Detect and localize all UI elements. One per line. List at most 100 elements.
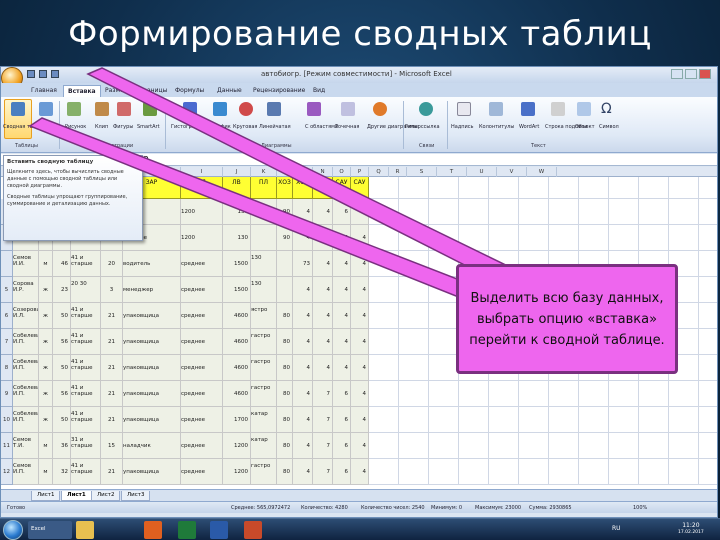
sheet-tab[interactable]: Лист3 <box>121 491 151 501</box>
empty-cell[interactable] <box>699 177 717 199</box>
empty-cell[interactable] <box>399 199 429 225</box>
empty-cell[interactable] <box>369 459 399 485</box>
empty-cell[interactable] <box>639 381 669 407</box>
tab-page-layout[interactable]: Разметка страницы <box>101 85 171 97</box>
empty-cell[interactable] <box>369 381 399 407</box>
empty-cell[interactable] <box>609 459 639 485</box>
table-cell[interactable]: 4 <box>351 277 369 303</box>
empty-cell[interactable] <box>429 277 459 303</box>
empty-cell[interactable] <box>459 225 489 251</box>
table-cell[interactable]: Семов И.И. <box>13 251 39 277</box>
sheet-tab[interactable]: Лист2 <box>91 491 121 501</box>
table-cell[interactable]: 1500 <box>223 277 251 303</box>
empty-cell[interactable] <box>519 225 549 251</box>
empty-cell[interactable] <box>399 433 429 459</box>
table-cell[interactable]: Созерова И.Л. <box>13 303 39 329</box>
table-cell[interactable]: 1200 <box>181 199 223 225</box>
table-cell[interactable]: 4 <box>313 225 333 251</box>
table-cell[interactable]: упаковщица <box>123 355 181 381</box>
table-cell[interactable]: 4 <box>351 355 369 381</box>
textbox-icon[interactable] <box>457 102 471 116</box>
empty-cell[interactable] <box>669 459 699 485</box>
empty-cell[interactable] <box>429 407 459 433</box>
empty-cell[interactable] <box>369 199 399 225</box>
table-cell[interactable]: 6 <box>333 407 351 433</box>
table-cell[interactable]: 4 <box>293 407 313 433</box>
table-cell[interactable]: ж <box>39 355 53 381</box>
empty-cell[interactable] <box>519 433 549 459</box>
table-cell[interactable]: м <box>39 433 53 459</box>
table-cell[interactable]: 1200 <box>223 433 251 459</box>
table-cell[interactable]: 4600 <box>223 303 251 329</box>
empty-cell[interactable] <box>579 407 609 433</box>
empty-cell[interactable] <box>399 225 429 251</box>
powerpoint-icon[interactable] <box>244 521 262 539</box>
row-header[interactable] <box>1 251 13 277</box>
empty-cell[interactable] <box>369 225 399 251</box>
table-cell[interactable]: 4 <box>351 381 369 407</box>
table-cell[interactable]: 4 <box>293 329 313 355</box>
header-cell[interactable]: ХОЗ <box>293 177 313 199</box>
header-cell[interactable]: САУ <box>333 177 351 199</box>
empty-cell[interactable] <box>459 433 489 459</box>
table-cell[interactable]: 4 <box>293 277 313 303</box>
table-cell[interactable]: упаковщица <box>123 381 181 407</box>
empty-cell[interactable] <box>429 433 459 459</box>
table-cell[interactable]: 21 <box>101 303 123 329</box>
column-header[interactable]: J <box>223 167 251 177</box>
table-cell[interactable]: 4 <box>351 329 369 355</box>
column-header[interactable]: T <box>437 167 467 177</box>
empty-cell[interactable] <box>429 225 459 251</box>
empty-cell[interactable] <box>489 459 519 485</box>
empty-cell[interactable] <box>399 251 429 277</box>
tab-formulas[interactable]: Формулы <box>171 85 208 97</box>
table-cell[interactable] <box>277 251 293 277</box>
table-cell[interactable]: среднее <box>181 381 223 407</box>
table-cell[interactable]: ж <box>39 277 53 303</box>
empty-cell[interactable] <box>489 199 519 225</box>
empty-cell[interactable] <box>429 251 459 277</box>
tab-view[interactable]: Вид <box>309 85 329 97</box>
table-cell[interactable]: Собелева И.П. <box>13 329 39 355</box>
bar-chart-icon[interactable] <box>267 102 281 116</box>
table-cell[interactable]: 41 и старше <box>71 251 101 277</box>
table-cell[interactable]: 21 <box>101 459 123 485</box>
empty-cell[interactable] <box>549 407 579 433</box>
column-header[interactable]: U <box>467 167 497 177</box>
pie-chart-icon[interactable] <box>239 102 253 116</box>
row-header[interactable]: 11 <box>1 433 13 459</box>
table-cell[interactable]: 6 <box>333 381 351 407</box>
empty-cell[interactable] <box>579 225 609 251</box>
table-cell[interactable]: 4 <box>293 225 313 251</box>
table-cell[interactable]: 90 <box>277 225 293 251</box>
table-cell[interactable]: 4 <box>313 199 333 225</box>
table-cell[interactable]: 46 <box>53 251 71 277</box>
table-cell[interactable]: катар <box>251 407 277 433</box>
table-cell[interactable]: 32 <box>53 459 71 485</box>
empty-cell[interactable] <box>669 407 699 433</box>
table-cell[interactable]: 7 <box>313 407 333 433</box>
maximize-button[interactable] <box>685 69 697 79</box>
table-cell[interactable]: 41 и старше <box>71 407 101 433</box>
empty-cell[interactable] <box>549 199 579 225</box>
empty-cell[interactable] <box>699 277 717 303</box>
empty-cell[interactable] <box>549 225 579 251</box>
object-icon[interactable] <box>577 102 591 116</box>
empty-cell[interactable] <box>579 177 609 199</box>
table-cell[interactable]: 4 <box>293 459 313 485</box>
table-cell[interactable]: Семов Т.И. <box>13 433 39 459</box>
empty-cell[interactable] <box>579 459 609 485</box>
table-cell[interactable]: наладчик <box>123 433 181 459</box>
table-cell[interactable]: гастро <box>251 381 277 407</box>
table-cell[interactable]: 4600 <box>223 329 251 355</box>
table-cell[interactable]: 6 <box>333 433 351 459</box>
empty-cell[interactable] <box>639 407 669 433</box>
table-cell[interactable]: 4 <box>313 329 333 355</box>
area-chart-icon[interactable] <box>307 102 321 116</box>
empty-cell[interactable] <box>609 381 639 407</box>
table-cell[interactable]: 80 <box>277 355 293 381</box>
column-header[interactable]: P <box>351 167 369 177</box>
header-cell[interactable]: ХОЗ <box>277 177 293 199</box>
row-header[interactable]: 12 <box>1 459 13 485</box>
empty-cell[interactable] <box>429 303 459 329</box>
